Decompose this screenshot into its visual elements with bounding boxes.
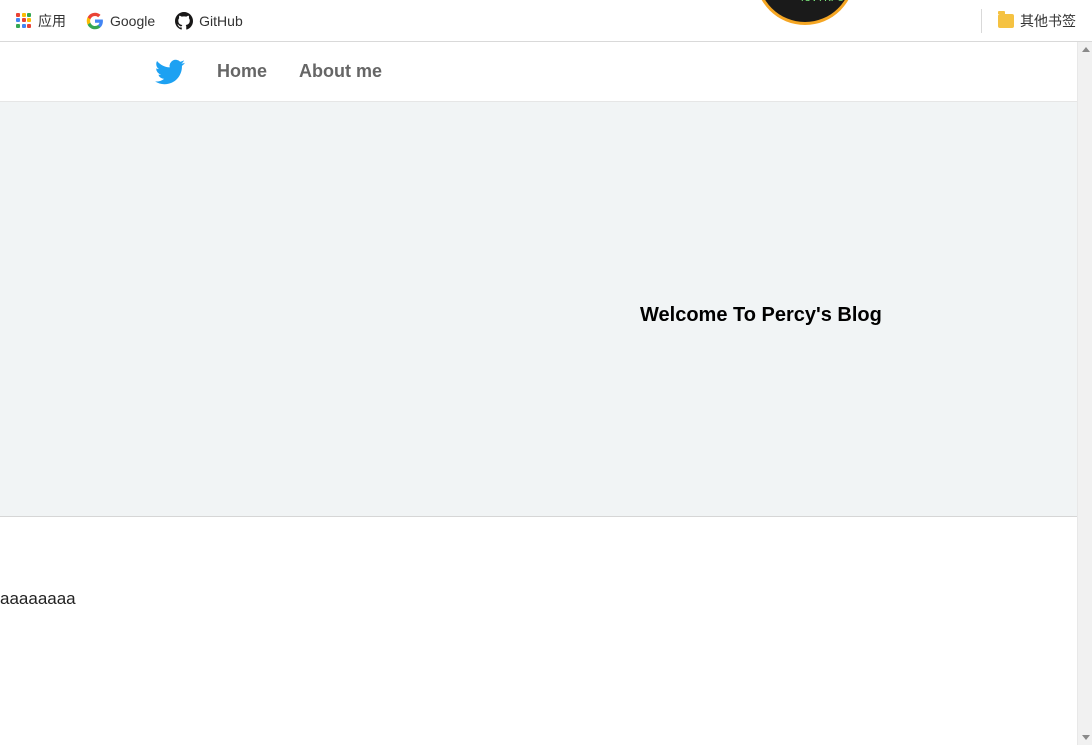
apps-label: 应用	[38, 11, 66, 31]
twitter-logo-icon[interactable]	[155, 57, 185, 87]
hero-banner: Welcome To Percy's Blog	[0, 102, 1077, 517]
bookmark-label: GitHub	[199, 13, 243, 29]
bookmark-github[interactable]: GitHub	[167, 8, 251, 34]
scrollbar-up-button[interactable]	[1078, 42, 1092, 57]
speed-gauge-widget: 45.7K/s	[755, 0, 855, 25]
content-text: aaaaaaaa	[0, 589, 1077, 609]
apps-grid-icon	[16, 13, 32, 29]
github-icon	[175, 12, 193, 30]
page-viewport: Home About me Welcome To Percy's Blog aa…	[0, 42, 1092, 745]
site-navigation: Home About me	[0, 42, 1077, 102]
nav-about-link[interactable]: About me	[299, 61, 382, 82]
hero-title: Welcome To Percy's Blog	[640, 304, 882, 327]
content-area: aaaaaaaa	[0, 517, 1077, 609]
vertical-scrollbar[interactable]	[1077, 42, 1092, 745]
bookmarks-left-group: 应用 Google GitHub	[8, 7, 251, 35]
google-icon	[86, 12, 104, 30]
arrow-down-icon	[1082, 735, 1090, 740]
folder-icon	[998, 14, 1014, 28]
other-bookmarks-label: 其他书签	[1020, 11, 1076, 31]
bookmarks-right-group: 其他书签	[973, 7, 1084, 35]
separator	[981, 9, 982, 33]
arrow-up-icon	[1082, 47, 1090, 52]
bookmark-google[interactable]: Google	[78, 8, 163, 34]
speed-text: 45.7K/s	[798, 0, 844, 5]
other-bookmarks-button[interactable]: 其他书签	[990, 7, 1084, 35]
nav-home-link[interactable]: Home	[217, 61, 267, 82]
bookmark-label: Google	[110, 13, 155, 29]
apps-button[interactable]: 应用	[8, 7, 74, 35]
page-content: Home About me Welcome To Percy's Blog aa…	[0, 42, 1077, 745]
scrollbar-down-button[interactable]	[1078, 730, 1092, 745]
browser-bookmarks-bar: 应用 Google GitHub 45.7K/s 其他书签	[0, 0, 1092, 42]
